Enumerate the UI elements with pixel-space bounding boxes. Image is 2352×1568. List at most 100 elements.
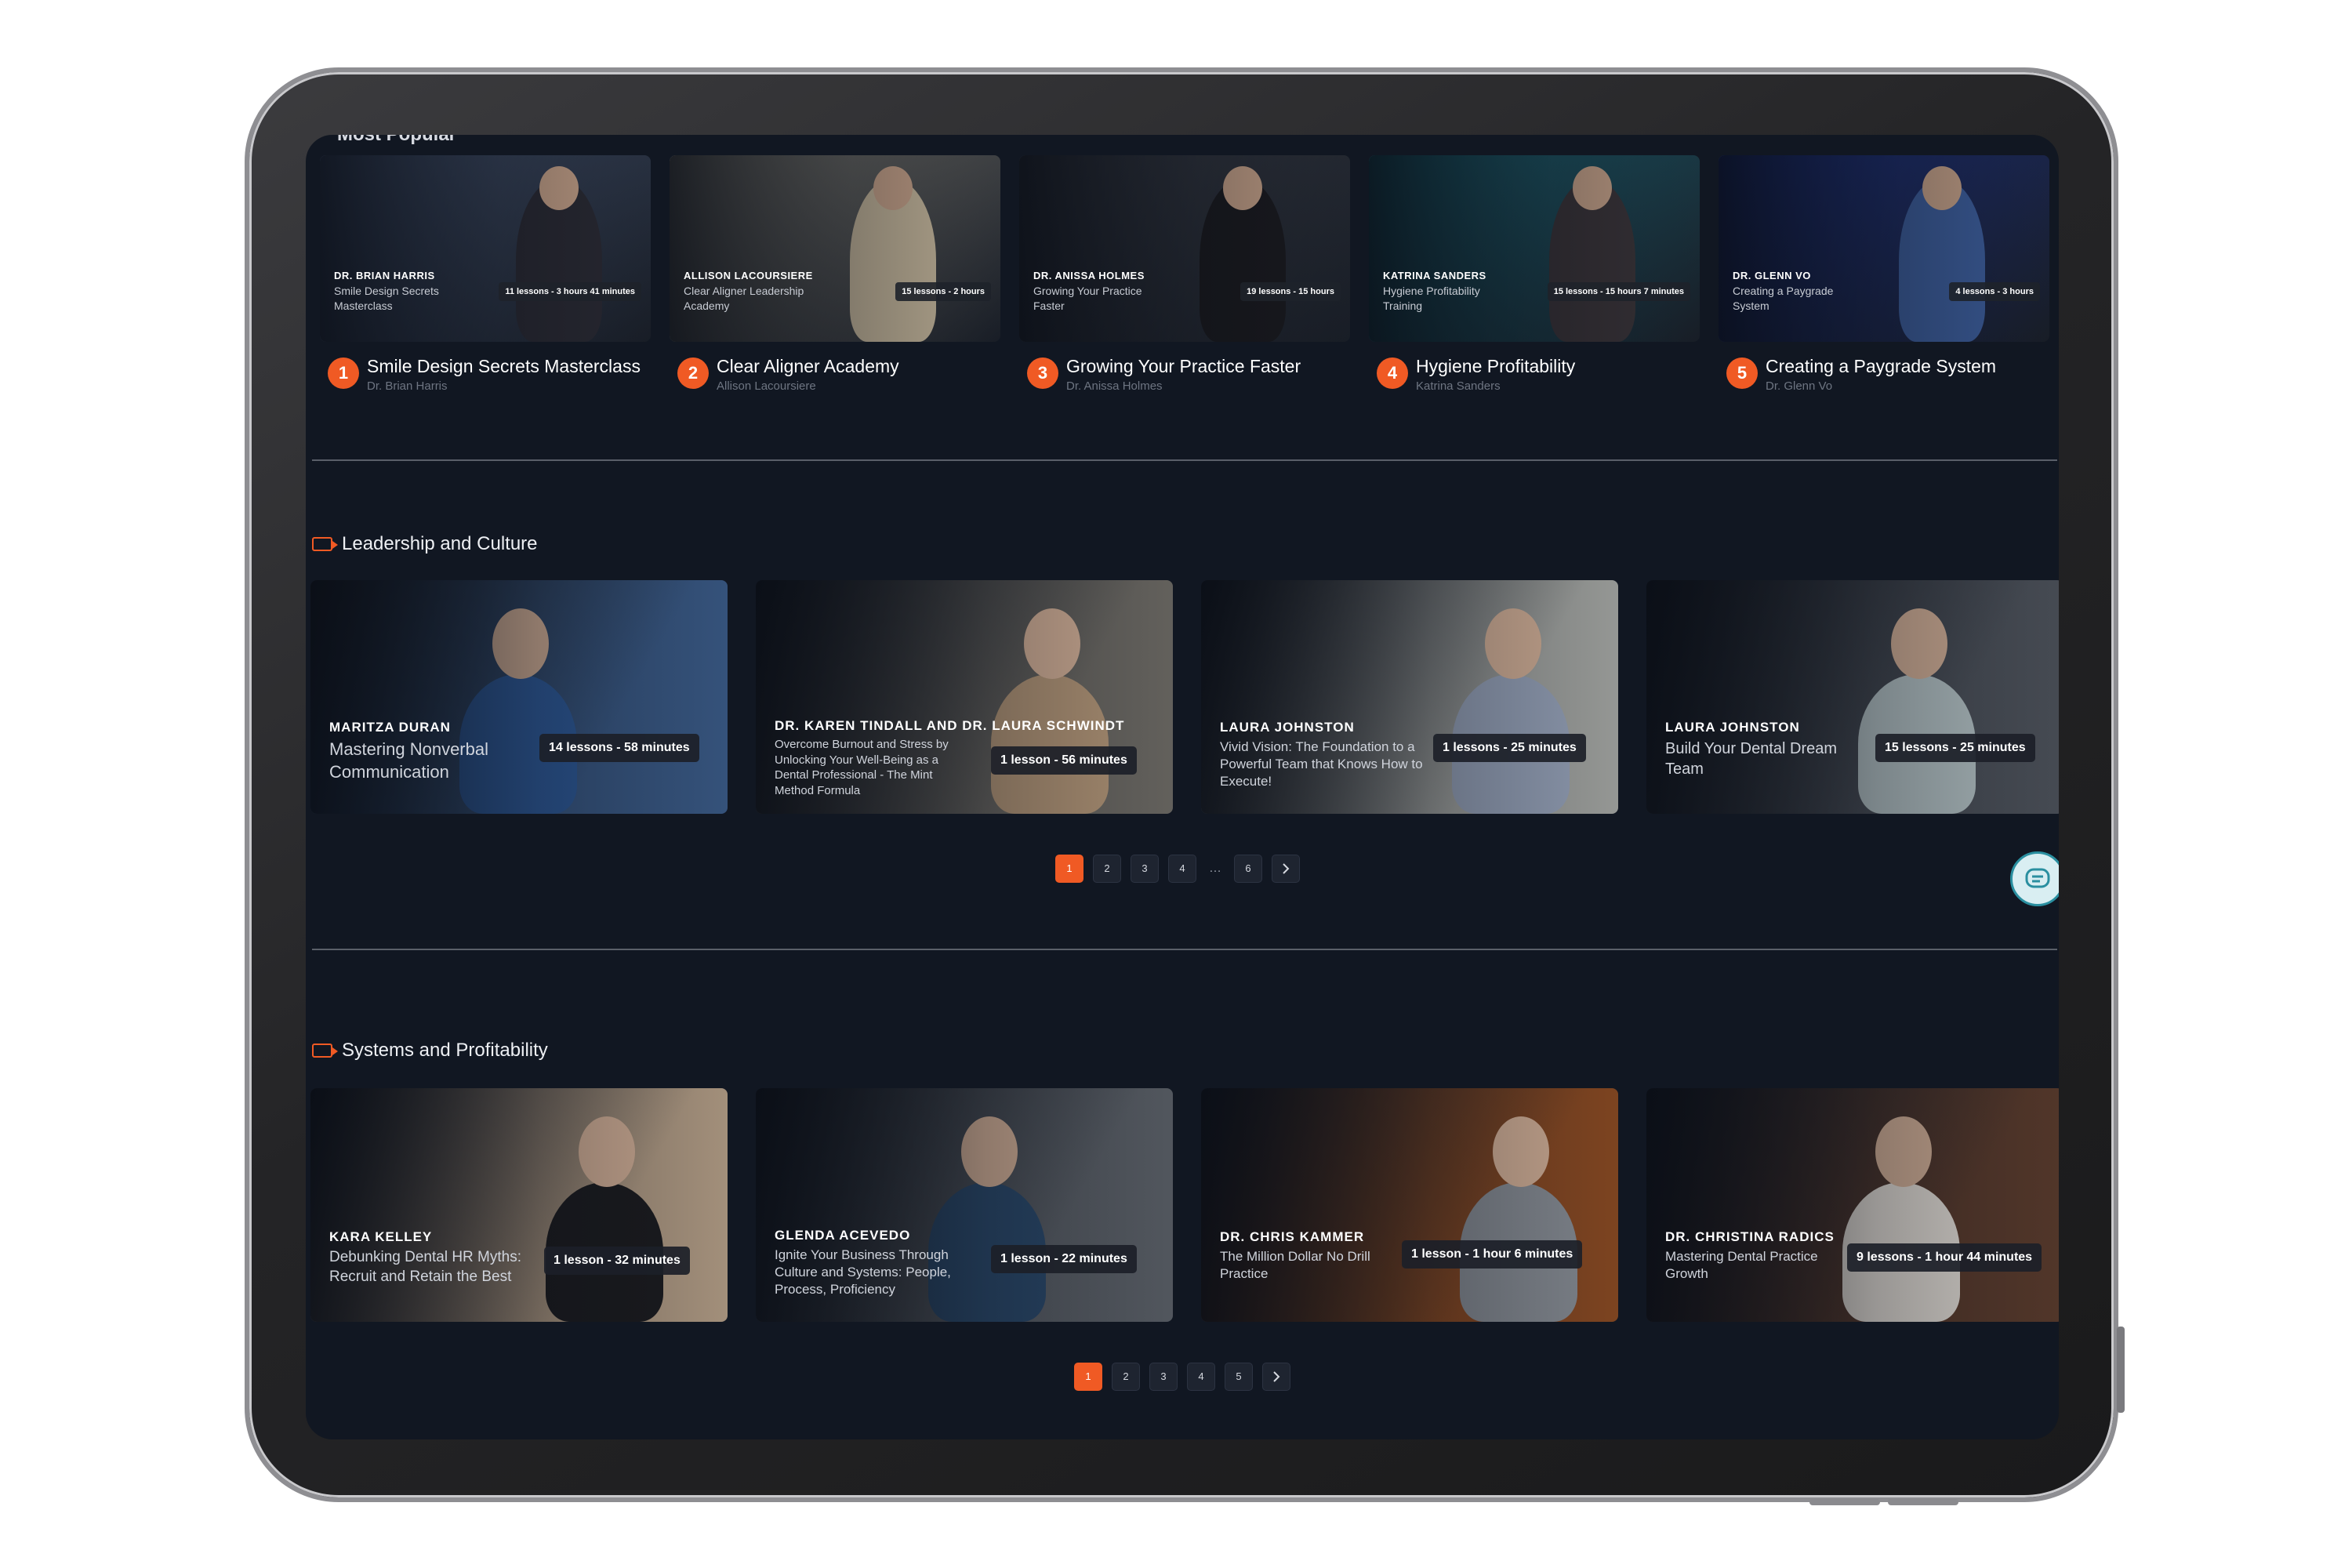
chevron-right-icon: [1283, 863, 1290, 874]
course-thumbnail[interactable]: KATRINA SANDERS Hygiene Profitability Tra…: [1369, 155, 1700, 342]
course-subtitle: Vivid Vision: The Foundation to a Powerf…: [1220, 739, 1423, 789]
section-title-leadership: Leadership and Culture: [342, 533, 538, 554]
video-camera-icon: [312, 537, 338, 551]
bottom-button-right: [1888, 1499, 1958, 1505]
thumbnail-presenter-name: DR. GLENN VO: [1733, 270, 1811, 281]
course-card[interactable]: MARITZA DURAN Mastering Nonverbal Communi…: [310, 580, 728, 814]
course-title[interactable]: Creating a Paygrade System: [1766, 356, 1996, 377]
rank-badge: 3: [1027, 358, 1058, 389]
next-page-button[interactable]: [1262, 1363, 1290, 1391]
page-button-2[interactable]: 2: [1093, 855, 1121, 883]
lesson-count-badge: 1 lesson - 22 minutes: [991, 1245, 1137, 1273]
section-divider: [312, 459, 2057, 461]
course-subtitle: Mastering Nonverbal Communication: [329, 739, 488, 782]
page-button-3[interactable]: 3: [1149, 1363, 1178, 1391]
lesson-count-badge: 15 lessons - 15 hours 7 minutes: [1547, 282, 1690, 301]
thumbnail-overlay: [1369, 155, 1700, 342]
course-meta: 3 Growing Your Practice Faster Dr. Anissa …: [1019, 354, 1350, 401]
course-subtitle: Mastering Dental Practice Growth: [1665, 1249, 1818, 1282]
thumbnail-course-subtitle: Clear Aligner Leadership Academy: [684, 285, 804, 312]
presenter-name: LAURA JOHNSTON: [1220, 720, 1355, 735]
lesson-count-badge: 1 lesson - 32 minutes: [544, 1247, 690, 1275]
thumbnail-presenter-name: KATRINA SANDERS: [1383, 270, 1486, 281]
course-card[interactable]: DR. KAREN TINDALL AND DR. LAURA SCHWINDT…: [756, 580, 1173, 814]
thumbnail-overlay: [670, 155, 1000, 342]
leadership-pagination: 1 2 3 4 … 6: [1055, 855, 1300, 883]
presenter-name: LAURA JOHNSTON: [1665, 720, 1800, 735]
course-title[interactable]: Growing Your Practice Faster: [1066, 356, 1301, 377]
thumbnail-course-subtitle: Creating a Paygrade System: [1733, 285, 1834, 312]
course-meta: 5 Creating a Paygrade System Dr. Glenn Vo: [1719, 354, 2049, 401]
course-thumbnail[interactable]: DR. BRIAN HARRIS Smile Design Secrets Mas…: [320, 155, 651, 342]
lesson-count-badge: 19 lessons - 15 hours: [1240, 282, 1341, 301]
page-button-3[interactable]: 3: [1131, 855, 1159, 883]
thumbnail-presenter-name: DR. BRIAN HARRIS: [334, 270, 435, 281]
course-card[interactable]: GLENDA ACEVEDO Ignite Your Business Throu…: [756, 1088, 1173, 1322]
section-header-systems: Systems and Profitability: [312, 1040, 548, 1062]
course-thumbnail[interactable]: DR. GLENN VO Creating a Paygrade System 4 …: [1719, 155, 2049, 342]
course-title[interactable]: Hygiene Profitability: [1416, 356, 1575, 377]
course-author: Dr. Glenn Vo: [1766, 379, 1833, 393]
thumbnail-overlay: [1201, 1088, 1618, 1322]
course-subtitle: The Million Dollar No Drill Practice: [1220, 1249, 1370, 1282]
section-title-most-popular: Most Popular: [337, 135, 456, 146]
presenter-name: DR. CHRISTINA RADICS: [1665, 1229, 1835, 1244]
chevron-right-icon: [1273, 1371, 1280, 1382]
lesson-count-badge: 1 lessons - 25 minutes: [1433, 734, 1586, 762]
lesson-count-badge: 9 lessons - 1 hour 44 minutes: [1847, 1243, 2042, 1272]
lesson-count-badge: 4 lessons - 3 hours: [1949, 282, 2040, 301]
course-author: Katrina Sanders: [1416, 379, 1501, 393]
thumbnail-overlay: [320, 155, 651, 342]
page-button-1[interactable]: 1: [1074, 1363, 1102, 1391]
rank-badge: 4: [1377, 358, 1408, 389]
thumbnail-course-subtitle: Hygiene Profitability Training: [1383, 285, 1480, 312]
thumbnail-overlay: [1719, 155, 2049, 342]
lesson-count-badge: 15 lessons - 2 hours: [895, 282, 991, 301]
page-button-4[interactable]: 4: [1187, 1363, 1215, 1391]
thumbnail-overlay: [1019, 155, 1350, 342]
presenter-name: GLENDA ACEVEDO: [775, 1228, 911, 1243]
chat-button[interactable]: [2010, 851, 2059, 906]
course-card[interactable]: LAURA JOHNSTON Build Your Dental Dream Te…: [1646, 580, 2059, 814]
course-card[interactable]: LAURA JOHNSTON Vivid Vision: The Foundati…: [1201, 580, 1618, 814]
course-title[interactable]: Clear Aligner Academy: [717, 356, 899, 377]
course-title[interactable]: Smile Design Secrets Masterclass: [367, 356, 641, 377]
systems-pagination: 12345: [1074, 1363, 1290, 1391]
course-card[interactable]: KARA KELLEY Debunking Dental HR Myths: Re…: [310, 1088, 728, 1322]
section-header-leadership: Leadership and Culture: [312, 533, 538, 555]
course-subtitle: Overcome Burnout and Stress by Unlocking…: [775, 738, 949, 797]
rank-badge: 1: [328, 358, 359, 389]
course-author: Allison Lacoursiere: [717, 379, 816, 393]
page-button-6[interactable]: 6: [1234, 855, 1262, 883]
thumbnail-overlay: [1646, 1088, 2059, 1322]
course-card[interactable]: DR. CHRIS KAMMER The Million Dollar No Dr…: [1201, 1088, 1618, 1322]
rank-badge: 2: [677, 358, 709, 389]
course-subtitle: Ignite Your Business Through Culture and…: [775, 1247, 951, 1298]
section-divider: [312, 949, 2057, 950]
course-card[interactable]: DR. CHRISTINA RADICS Mastering Dental Pra…: [1646, 1088, 2059, 1322]
page-button-4[interactable]: 4: [1168, 855, 1196, 883]
app-screen: Most Popular DR. BRIAN HARRIS Smile Desig…: [306, 135, 2059, 1439]
page-button-2[interactable]: 2: [1112, 1363, 1140, 1391]
thumbnail-course-subtitle: Growing Your Practice Faster: [1033, 285, 1142, 312]
thumbnail-course-subtitle: Smile Design Secrets Masterclass: [334, 285, 439, 312]
lesson-count-badge: 1 lesson - 1 hour 6 minutes: [1402, 1240, 1583, 1269]
lesson-count-badge: 1 lesson - 56 minutes: [991, 746, 1137, 775]
lesson-count-badge: 15 lessons - 25 minutes: [1875, 734, 2035, 762]
presenter-name: DR. KAREN TINDALL AND DR. LAURA SCHWINDT: [775, 718, 1125, 733]
thumbnail-presenter-name: DR. ANISSA HOLMES: [1033, 270, 1145, 281]
page-button-1[interactable]: 1: [1055, 855, 1083, 883]
lesson-count-badge: 14 lessons - 58 minutes: [539, 734, 699, 762]
side-button: [2117, 1327, 2125, 1413]
rank-badge: 5: [1726, 358, 1758, 389]
video-camera-icon: [312, 1044, 338, 1058]
next-page-button[interactable]: [1272, 855, 1300, 883]
course-thumbnail[interactable]: ALLISON LACOURSIERE Clear Aligner Leaders…: [670, 155, 1000, 342]
chat-icon: [2025, 868, 2050, 888]
presenter-name: KARA KELLEY: [329, 1229, 433, 1244]
course-thumbnail[interactable]: DR. ANISSA HOLMES Growing Your Practice F…: [1019, 155, 1350, 342]
thumbnail-presenter-name: ALLISON LACOURSIERE: [684, 270, 813, 281]
presenter-name: DR. CHRIS KAMMER: [1220, 1229, 1365, 1244]
presenter-name: MARITZA DURAN: [329, 720, 451, 735]
page-button-5[interactable]: 5: [1225, 1363, 1253, 1391]
